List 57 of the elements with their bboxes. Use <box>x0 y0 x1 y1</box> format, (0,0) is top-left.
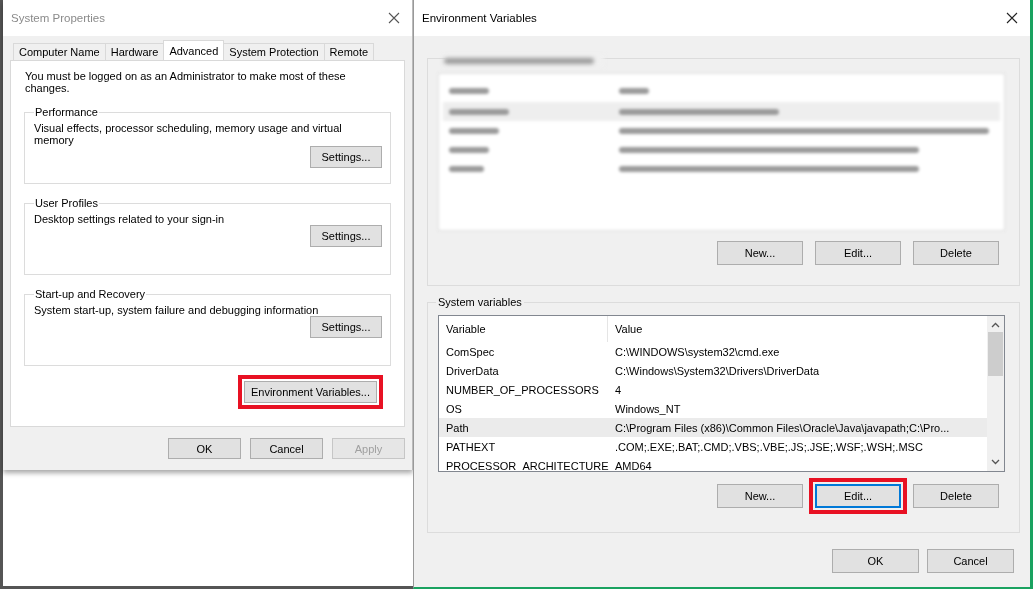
group-description: System start-up, system failure and debugging information <box>34 304 320 316</box>
scrollbar-thumb[interactable] <box>988 332 1003 376</box>
settings-button[interactable]: Settings... <box>310 225 382 247</box>
notice-text: You must be logged on as an Administrator to make most of these changes. <box>25 70 347 94</box>
table-cell-text: DriverData <box>445 364 500 377</box>
environment-variables-button[interactable]: Environment Variables... <box>243 381 377 403</box>
tab[interactable]: Advanced <box>163 40 225 60</box>
table-cell-text: C:\WINDOWS\system32\cmd.exe <box>614 345 780 358</box>
window-title: System Properties <box>11 12 105 24</box>
table-cell-text: ComSpec <box>445 345 496 358</box>
dialog-button[interactable]: OK <box>168 438 241 459</box>
table-cell-text: AMD64 <box>614 459 652 471</box>
scroll-down-icon[interactable] <box>991 459 1000 465</box>
table-cell-text: C:\Program Files (x86)\Common Files\Oracle\Java\javapath;C:\Pro... <box>614 421 950 434</box>
dialog-button[interactable]: OK <box>832 549 919 573</box>
table-row[interactable]: OS Windows_NT <box>439 399 987 418</box>
variable-button[interactable]: Edit... <box>815 241 901 265</box>
tab[interactable]: Computer Name <box>13 43 106 60</box>
table-cell-text: Path <box>445 421 470 434</box>
table-cell-text: 4 <box>614 383 622 396</box>
scroll-up-icon[interactable] <box>991 322 1000 328</box>
table-row[interactable]: ComSpec C:\WINDOWS\system32\cmd.exe <box>439 342 987 361</box>
close-icon[interactable] <box>1006 12 1018 24</box>
table-cell-text: PROCESSOR_ARCHITECTURE <box>445 459 608 471</box>
dialog-button[interactable]: Cancel <box>250 438 323 459</box>
column-header[interactable]: Variable <box>439 316 608 342</box>
variable-button[interactable]: New... <box>717 484 803 508</box>
table-row[interactable]: NUMBER_OF_PROCESSORS 4 <box>439 380 987 399</box>
dialog-button[interactable]: Cancel <box>927 549 1014 573</box>
group-title: Performance <box>34 106 99 118</box>
tab[interactable]: Remote <box>323 43 375 60</box>
table-row[interactable]: PROCESSOR_ARCHITECTURE AMD64 <box>439 456 987 471</box>
tab[interactable]: System Protection <box>223 43 325 60</box>
group-title: System variables <box>437 296 523 308</box>
variable-button[interactable]: Delete <box>913 484 999 508</box>
settings-button[interactable]: Settings... <box>310 316 382 338</box>
scrollbar[interactable] <box>987 316 1004 471</box>
table-cell-text: Windows_NT <box>614 402 681 415</box>
window-title: Environment Variables <box>422 12 537 24</box>
group-title: Start-up and Recovery <box>34 288 147 300</box>
settings-button[interactable]: Settings... <box>310 146 382 168</box>
column-header[interactable]: Value <box>608 316 643 342</box>
table-cell-text: C:\Windows\System32\Drivers\DriverData <box>614 364 820 377</box>
table-cell-text: OS <box>445 402 463 415</box>
table-row[interactable]: Path C:\Program Files (x86)\Common Files\Oracle\Java\javapath;C:\Pro... <box>439 418 987 437</box>
close-icon[interactable] <box>388 12 400 24</box>
variable-button[interactable]: Edit... <box>815 484 901 508</box>
table-cell-text: .COM;.EXE;.BAT;.CMD;.VBS;.VBE;.JS;.JSE;.WSF;.WSH;.MSC <box>614 440 923 453</box>
table-cell-text: NUMBER_OF_PROCESSORS <box>445 383 600 396</box>
group-description: Desktop settings related to your sign-in <box>34 213 226 225</box>
group-description: Visual effects, processor scheduling, memory usage and virtual memory <box>34 122 343 146</box>
variable-button[interactable]: New... <box>717 241 803 265</box>
table-row[interactable]: PATHEXT .COM;.EXE;.BAT;.CMD;.VBS;.VBE;.JS;.JSE;.WSF;.WSH;.MSC <box>439 437 987 456</box>
variable-button[interactable]: Delete <box>913 241 999 265</box>
table-row[interactable]: DriverData C:\Windows\System32\Drivers\DriverData <box>439 361 987 380</box>
group-title: User Profiles <box>34 197 99 209</box>
table-cell-text: PATHEXT <box>445 440 497 453</box>
